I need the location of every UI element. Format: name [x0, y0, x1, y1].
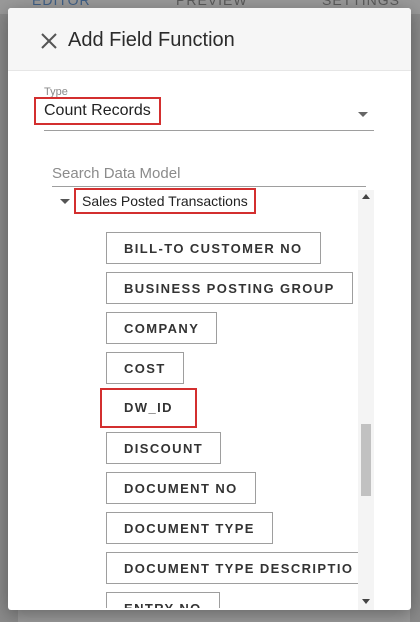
field-chip[interactable]: COST: [106, 352, 184, 384]
tab-settings: SETTINGS: [322, 0, 401, 8]
field-chip[interactable]: DISCOUNT: [106, 432, 222, 464]
dialog-header: Add Field Function: [8, 8, 411, 71]
field-chip[interactable]: DOCUMENT TYPE DESCRIPTIO: [106, 552, 360, 584]
type-select[interactable]: Count Records: [34, 97, 374, 131]
tab-preview: PREVIEW: [176, 0, 248, 8]
scroll-down-arrow-icon[interactable]: [362, 599, 370, 604]
data-model-tree: Sales Posted Transactions BILL-TO CUSTOM…: [52, 188, 374, 608]
type-selected-value: Count Records: [34, 97, 161, 125]
search-data-model-input[interactable]: [52, 160, 366, 187]
tree-node-label: Sales Posted Transactions: [74, 188, 256, 214]
scrollbar-thumb[interactable]: [361, 424, 371, 496]
field-chip[interactable]: COMPANY: [106, 312, 218, 344]
tab-editor: EDITOR: [32, 0, 91, 8]
field-chip[interactable]: BUSINESS POSTING GROUP: [106, 272, 353, 304]
dialog-title: Add Field Function: [68, 29, 235, 51]
field-chip[interactable]: DOCUMENT NO: [106, 472, 256, 504]
field-chip[interactable]: DOCUMENT TYPE: [106, 512, 273, 544]
scroll-up-arrow-icon[interactable]: [362, 194, 370, 199]
caret-down-icon[interactable]: [60, 199, 70, 204]
add-field-function-dialog: Add Field Function Type Count Records Sa…: [8, 8, 411, 610]
tree-node-sales-posted-transactions[interactable]: Sales Posted Transactions: [52, 188, 352, 214]
field-chip[interactable]: BILL-TO CUSTOMER NO: [106, 232, 321, 264]
tree-scrollbar[interactable]: [358, 190, 374, 610]
chevron-down-icon: [358, 112, 368, 117]
field-chip[interactable]: ENTRY NO: [106, 592, 220, 608]
close-icon[interactable]: [38, 30, 60, 52]
field-chip-dw-id[interactable]: DW_ID: [100, 388, 197, 428]
